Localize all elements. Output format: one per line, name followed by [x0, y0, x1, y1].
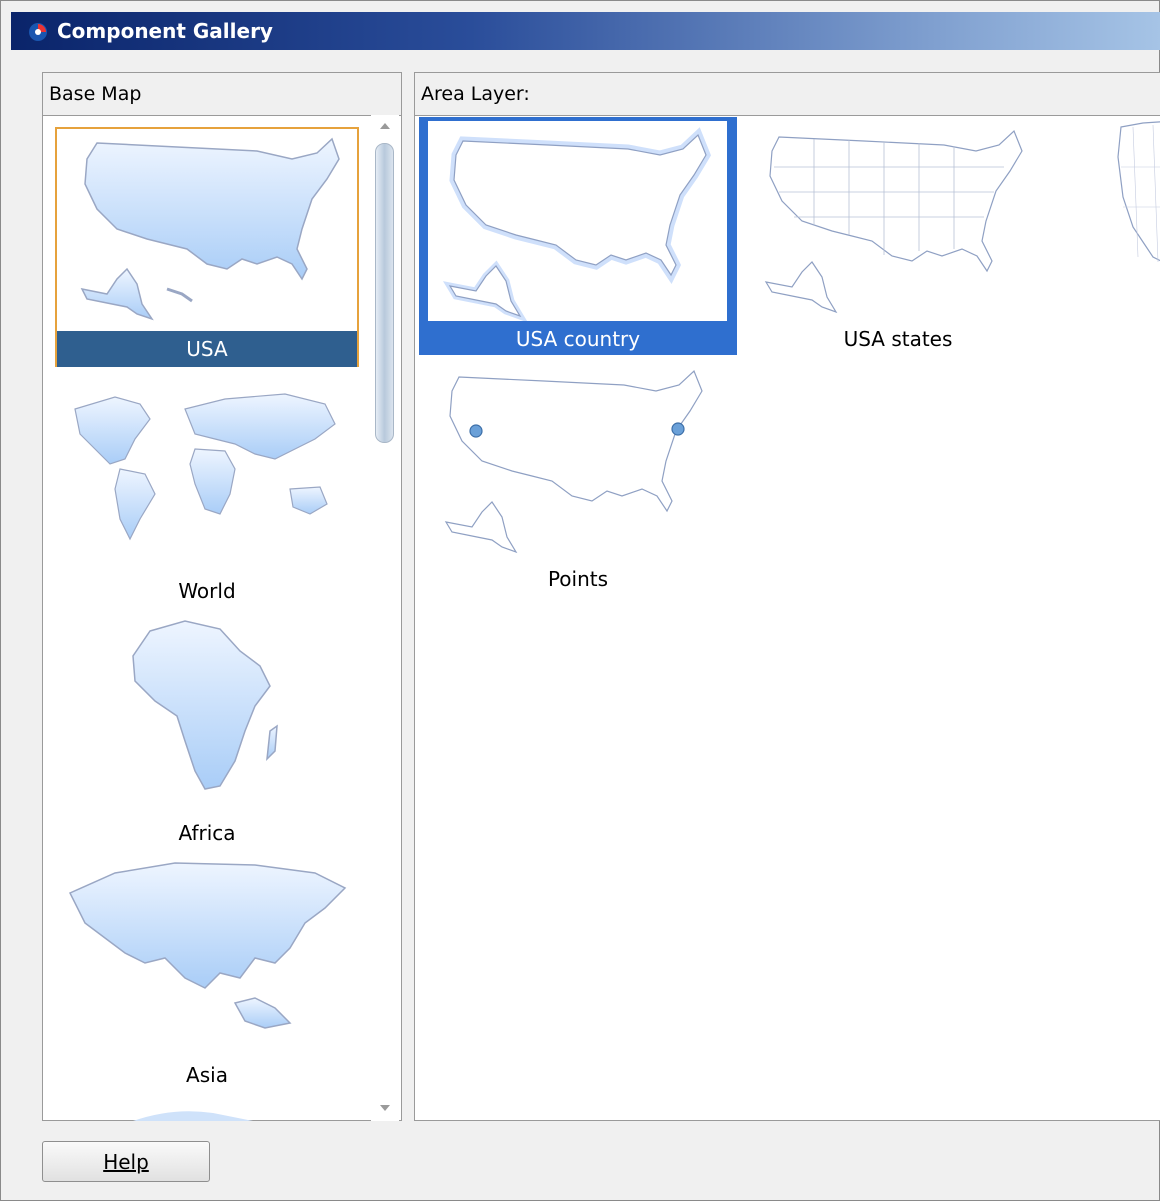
base-map-header: Base Map	[43, 73, 401, 116]
area-layer-item-label: USA states	[843, 327, 953, 351]
base-map-item-label: Africa	[178, 821, 236, 845]
usa-country-preview	[428, 121, 727, 321]
usa-states-map-icon	[764, 129, 1023, 314]
usa-map-icon	[80, 137, 340, 321]
scroll-up-icon[interactable]	[380, 123, 390, 129]
app-icon	[29, 23, 47, 41]
area-layer-item-usa-country[interactable]: USA country	[419, 117, 737, 355]
base-map-item-africa[interactable]: Africa	[55, 611, 359, 851]
help-button[interactable]: Help	[42, 1141, 210, 1182]
map-point-marker	[469, 424, 483, 438]
base-map-item-label: World	[178, 579, 236, 603]
area-layer-item-usa-states[interactable]: USA states	[739, 117, 1057, 355]
base-map-panel: Base Map USA World Africa Asia	[42, 72, 402, 1121]
base-map-scrollbar[interactable]	[371, 115, 399, 1121]
area-layer-item-label: USA country	[515, 327, 641, 351]
scroll-down-icon[interactable]	[380, 1105, 390, 1111]
usa-country-map-icon	[442, 127, 712, 321]
area-layer-item-label: Points	[547, 567, 609, 591]
usa-counties-map-icon	[1117, 121, 1160, 263]
africa-map-icon	[132, 620, 278, 790]
base-map-item-usa[interactable]: USA	[55, 127, 359, 367]
base-map-title: Base Map	[49, 83, 142, 105]
base-map-item-label: Asia	[186, 1063, 228, 1087]
asia-map-icon	[68, 862, 347, 1029]
area-layer-panel: Area Layer: USA country USA states Point…	[414, 72, 1160, 1121]
area-layer-item-points[interactable]: Points	[419, 357, 737, 595]
area-layer-title: Area Layer:	[421, 83, 530, 105]
scroll-thumb[interactable]	[375, 143, 394, 443]
title-bar[interactable]: Component Gallery	[11, 12, 1160, 50]
map-point-marker	[671, 422, 685, 436]
area-layer-header: Area Layer:	[415, 73, 1160, 116]
base-map-item-asia[interactable]: Asia	[55, 853, 359, 1093]
points-map-icon	[444, 369, 703, 554]
window-title: Component Gallery	[57, 19, 273, 43]
base-map-item-label: USA	[57, 331, 357, 367]
component-gallery-window: Component Gallery Base Map USA World Afr…	[0, 0, 1160, 1201]
partial-map-icon	[133, 1111, 253, 1121]
world-map-icon	[74, 393, 336, 541]
base-map-item-world[interactable]: World	[55, 369, 359, 609]
